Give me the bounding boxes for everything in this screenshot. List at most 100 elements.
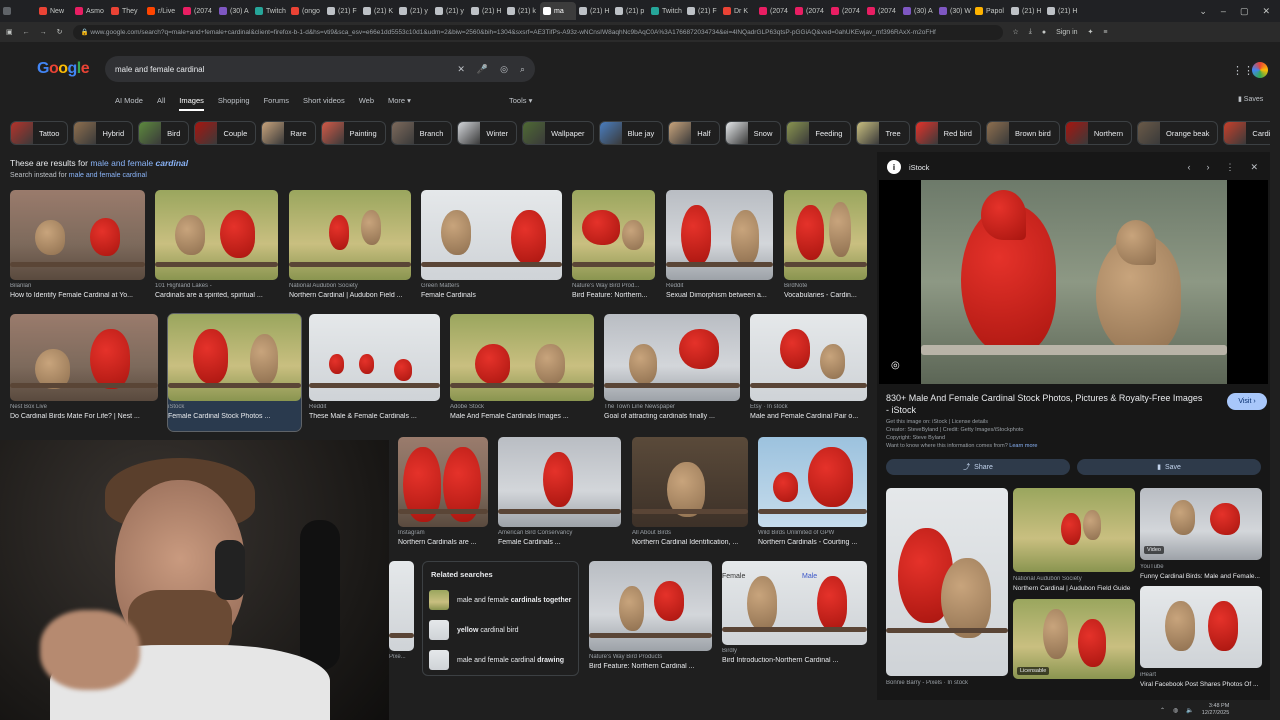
download-icon[interactable]: ⤓: [1029, 28, 1032, 36]
image-title[interactable]: Bird Feature: Northern Cardinal ...: [589, 663, 712, 670]
browser-tab[interactable]: Twitch: [648, 2, 684, 20]
back-icon[interactable]: ←: [23, 29, 30, 36]
browser-tab[interactable]: (2074: [864, 2, 900, 20]
close-window-icon[interactable]: ✕: [1262, 6, 1270, 17]
clear-icon[interactable]: ✕: [457, 64, 465, 75]
image-title[interactable]: Female Cardinals: [421, 292, 562, 299]
tab-web[interactable]: Web: [359, 96, 374, 111]
chip-tree[interactable]: Tree: [856, 121, 910, 145]
image-result[interactable]: Wild Birds Unlimited of GPW Northern Card…: [758, 437, 867, 557]
search-instead-link[interactable]: male and female cardinal: [69, 172, 147, 179]
browser-tab[interactable]: (21) H: [576, 2, 612, 20]
related-search-item[interactable]: yellow cardinal bird: [429, 620, 518, 640]
image-result[interactable]: Female Male Birdly Bird Introduction-Northe…: [722, 561, 867, 675]
related-image[interactable]: Licensable: [1013, 599, 1135, 679]
image-result[interactable]: The Town Line Newspaper Goal of attractin…: [604, 314, 740, 431]
volume-icon[interactable]: 🔈: [1186, 707, 1193, 714]
browser-tab[interactable]: (21) y: [432, 2, 468, 20]
chip-hybrid[interactable]: Hybrid: [73, 121, 134, 145]
image-result[interactable]: All About Birds Northern Cardinal Identif…: [632, 437, 748, 557]
image-result[interactable]: Nature's Way Bird Prod... Bird Feature: N…: [572, 190, 655, 310]
browser-tab[interactable]: They: [108, 2, 144, 20]
chip-orange-beak[interactable]: Orange beak: [1137, 121, 1219, 145]
browser-tab[interactable]: (30) A: [900, 2, 936, 20]
browser-tab[interactable]: (21) F: [684, 2, 720, 20]
image-result[interactable]: Pixe...: [389, 561, 414, 681]
network-icon[interactable]: ◍: [1173, 707, 1178, 714]
image-title[interactable]: Northern Cardinal | Audubon Field ...: [289, 292, 411, 299]
chip-branch[interactable]: Branch: [390, 121, 453, 145]
search-box[interactable]: male and female cardinal ✕ 🎤 ◎ ⌕: [105, 56, 535, 82]
browser-tab[interactable]: (21) p: [612, 2, 648, 20]
browser-tab[interactable]: (21) H: [468, 2, 504, 20]
close-icon[interactable]: ✕: [1250, 162, 1258, 173]
image-title[interactable]: Do Cardinal Birds Mate For Life? | Nest …: [10, 413, 158, 420]
learn-more-link[interactable]: Learn more: [1009, 443, 1037, 449]
image-title[interactable]: Northern Cardinals are ...: [398, 539, 488, 546]
browser-tab[interactable]: (21) H: [1008, 2, 1044, 20]
image-result[interactable]: Etsy · In stock Male and Female Cardinal …: [750, 314, 867, 431]
browser-tab[interactable]: (ongo: [288, 2, 324, 20]
tab-images[interactable]: Images: [179, 96, 204, 111]
browser-tab[interactable]: ma: [540, 2, 576, 20]
search-icon[interactable]: ⌕: [520, 64, 525, 75]
image-result[interactable]: Reddit These Male & Female Cardinals ...: [309, 314, 440, 431]
tab-shopping[interactable]: Shopping: [218, 96, 250, 111]
forward-icon[interactable]: →: [40, 29, 47, 36]
chip-wallpaper[interactable]: Wallpaper: [522, 121, 594, 145]
image-title[interactable]: Bird Introduction-Northern Cardinal ...: [722, 657, 867, 664]
browser-tab[interactable]: (21) k: [504, 2, 540, 20]
browser-tab[interactable]: Dr K: [720, 2, 756, 20]
image-result[interactable]: Reddit Sexual Dimorphism between a...: [666, 190, 773, 310]
chip-brown-bird[interactable]: Brown bird: [985, 121, 1060, 145]
browser-tab[interactable]: r/Live: [144, 2, 180, 20]
visit-button[interactable]: Visit ›: [1227, 393, 1267, 410]
chip-winter[interactable]: Winter: [457, 121, 518, 145]
image-result[interactable]: 101 Highland Lakes - Cardinals are a spir…: [155, 190, 278, 310]
image-title[interactable]: How to Identify Female Cardinal at Yo...: [10, 292, 145, 299]
chip-tattoo[interactable]: Tattoo: [10, 121, 69, 145]
bookmark-star-icon[interactable]: ☆: [1013, 28, 1019, 36]
menu-icon[interactable]: ≡: [1103, 29, 1107, 36]
image-title[interactable]: Male and Female Cardinal Pair o...: [750, 413, 867, 420]
browser-tab[interactable]: (2074: [756, 2, 792, 20]
browser-tab[interactable]: Asmo: [72, 2, 108, 20]
corrected-query-plain[interactable]: male and female: [90, 158, 155, 168]
image-title[interactable]: Northern Cardinal Identification, ...: [632, 539, 748, 546]
tab-more[interactable]: More ▾: [388, 96, 411, 111]
tab-short-videos[interactable]: Short videos: [303, 96, 345, 111]
preview-image[interactable]: ◎: [879, 180, 1268, 384]
chip-bird[interactable]: Bird: [138, 121, 190, 145]
image-title[interactable]: These Male & Female Cardinals ...: [309, 413, 440, 420]
browser-tab[interactable]: (2074: [828, 2, 864, 20]
image-result[interactable]: Instagram Northern Cardinals are ...: [398, 437, 488, 557]
browser-tab[interactable]: (2074: [792, 2, 828, 20]
reload-icon[interactable]: ↻: [57, 28, 63, 36]
related-image[interactable]: National Audubon Society Northern Cardin…: [1013, 488, 1135, 598]
tray-chevron-icon[interactable]: ⌃: [1160, 707, 1165, 714]
related-search-item[interactable]: male and female cardinals together: [429, 590, 571, 610]
browser-tab[interactable]: (21) y: [396, 2, 432, 20]
image-title[interactable]: Sexual Dimorphism between a...: [666, 292, 773, 299]
image-result[interactable]: National Audubon Society Northern Cardina…: [289, 190, 411, 310]
chip-couple[interactable]: Couple: [194, 121, 257, 145]
browser-tab[interactable]: (30) A: [216, 2, 252, 20]
tab-forums[interactable]: Forums: [264, 96, 289, 111]
lens-icon[interactable]: ◎: [500, 64, 508, 75]
license-info[interactable]: Get this image on: iStock | License deta…: [886, 418, 1023, 426]
chip-painting[interactable]: Painting: [320, 121, 386, 145]
image-result[interactable]: BirdNote Vocabularies - Cardin...: [784, 190, 867, 310]
previous-icon[interactable]: ‹: [1187, 162, 1190, 173]
share-button[interactable]: ⤴ Share: [886, 459, 1070, 475]
image-title[interactable]: Cardinals are a spirited, spiritual ...: [155, 292, 278, 299]
preview-source-header[interactable]: i iStock: [887, 160, 929, 174]
saves-link[interactable]: ▮ Saves: [1238, 95, 1263, 103]
minimize-icon[interactable]: –: [1221, 6, 1226, 17]
avatar[interactable]: [1250, 60, 1270, 80]
browser-tab[interactable]: Papol: [972, 2, 1008, 20]
chip-red-bird[interactable]: Red bird: [914, 121, 981, 145]
chip-half[interactable]: Half: [668, 121, 720, 145]
next-icon[interactable]: ›: [1206, 162, 1209, 173]
sidebar-toggle-icon[interactable]: ▣: [6, 28, 13, 36]
related-search-item[interactable]: male and female cardinal drawing: [429, 650, 564, 670]
